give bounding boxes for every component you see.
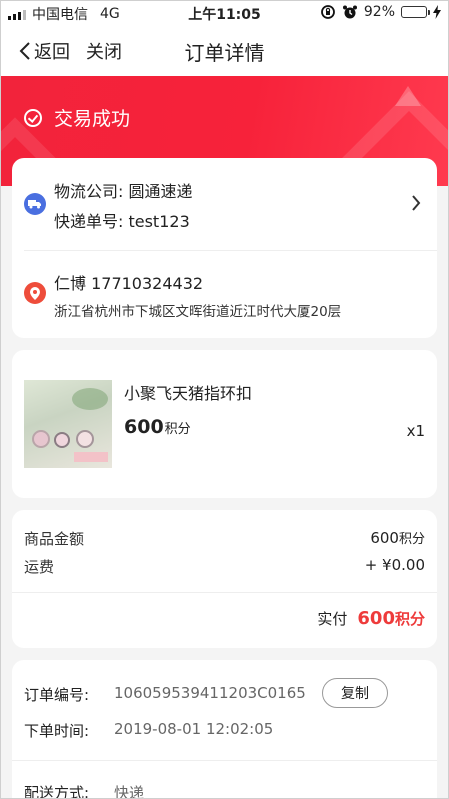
recipient-name-phone: 仁博 17710324432 bbox=[54, 274, 204, 293]
product-price-value: 600 bbox=[124, 416, 164, 438]
shipping-row[interactable]: 物流公司: 圆通速递 快递单号: test123 bbox=[12, 158, 437, 250]
status-right: 92% bbox=[320, 4, 441, 20]
shipping-company: 物流公司: 圆通速递 bbox=[54, 182, 193, 201]
product-price-unit: 积分 bbox=[164, 422, 191, 437]
battery-icon bbox=[401, 6, 430, 18]
paid-value: 600积分 bbox=[357, 608, 425, 629]
check-circle-icon bbox=[24, 108, 42, 127]
goods-amount-value: 600积分 bbox=[370, 528, 425, 547]
battery-percent: 92% bbox=[363, 4, 395, 20]
copy-button[interactable]: 复制 bbox=[322, 678, 388, 708]
order-number-value: 106059539411203C0165 bbox=[114, 684, 306, 702]
truck-icon bbox=[24, 193, 46, 215]
order-time-value: 2019-08-01 12:02:05 bbox=[114, 720, 274, 738]
divider bbox=[24, 250, 437, 251]
order-number-label: 订单编号: bbox=[24, 686, 90, 704]
paid-number: 600 bbox=[357, 608, 395, 629]
recipient-address: 浙江省杭州市下城区文晖街道近江时代大厦20层 bbox=[54, 304, 342, 320]
location-pin-icon bbox=[24, 282, 46, 304]
divider bbox=[12, 760, 437, 761]
order-info-card: 订单编号: 106059539411203C0165 复制 下单时间: 2019… bbox=[12, 660, 437, 799]
chevron-right-icon bbox=[412, 195, 421, 211]
page-title: 订单详情 bbox=[0, 37, 449, 66]
nav-bar: 返回 关闭 订单详情 bbox=[0, 26, 449, 76]
freight-label: 运费 bbox=[24, 558, 55, 576]
product-quantity: x1 bbox=[406, 422, 425, 440]
divider bbox=[12, 592, 437, 593]
page-title-text: 订单详情 bbox=[184, 41, 265, 65]
freight-value: + ¥0.00 bbox=[364, 556, 425, 574]
delivery-method-label: 配送方式: bbox=[24, 784, 90, 799]
goods-amount-label: 商品金额 bbox=[24, 530, 85, 548]
product-name: 小聚飞天猪指环扣 bbox=[124, 384, 253, 403]
charging-icon bbox=[433, 5, 441, 19]
product-card[interactable]: 小聚飞天猪指环扣 600积分 x1 bbox=[12, 350, 437, 498]
order-status: 交易成功 bbox=[24, 104, 130, 131]
order-time-label: 下单时间: bbox=[24, 722, 90, 740]
goods-amount-number: 600 bbox=[370, 529, 399, 547]
status-bar: 中国电信 4G 上午11:05 92% bbox=[0, 0, 449, 26]
amount-card: 商品金额 600积分 运费 + ¥0.00 实付 600积分 bbox=[12, 510, 437, 648]
paid-amount: 实付 600积分 bbox=[317, 608, 425, 629]
tracking-number: 快递单号: test123 bbox=[54, 212, 190, 231]
paid-label: 实付 bbox=[317, 610, 348, 628]
logistics-card: 物流公司: 圆通速递 快递单号: test123 仁博 17710324432 … bbox=[12, 158, 437, 338]
delivery-method-value: 快递 bbox=[114, 784, 145, 799]
paid-unit: 积分 bbox=[394, 610, 425, 628]
product-image bbox=[24, 380, 112, 468]
order-status-text: 交易成功 bbox=[54, 108, 131, 130]
alarm-icon bbox=[342, 5, 357, 19]
goods-amount-unit: 积分 bbox=[398, 532, 425, 547]
rotation-lock-icon bbox=[320, 5, 335, 19]
product-price: 600积分 bbox=[124, 416, 191, 438]
